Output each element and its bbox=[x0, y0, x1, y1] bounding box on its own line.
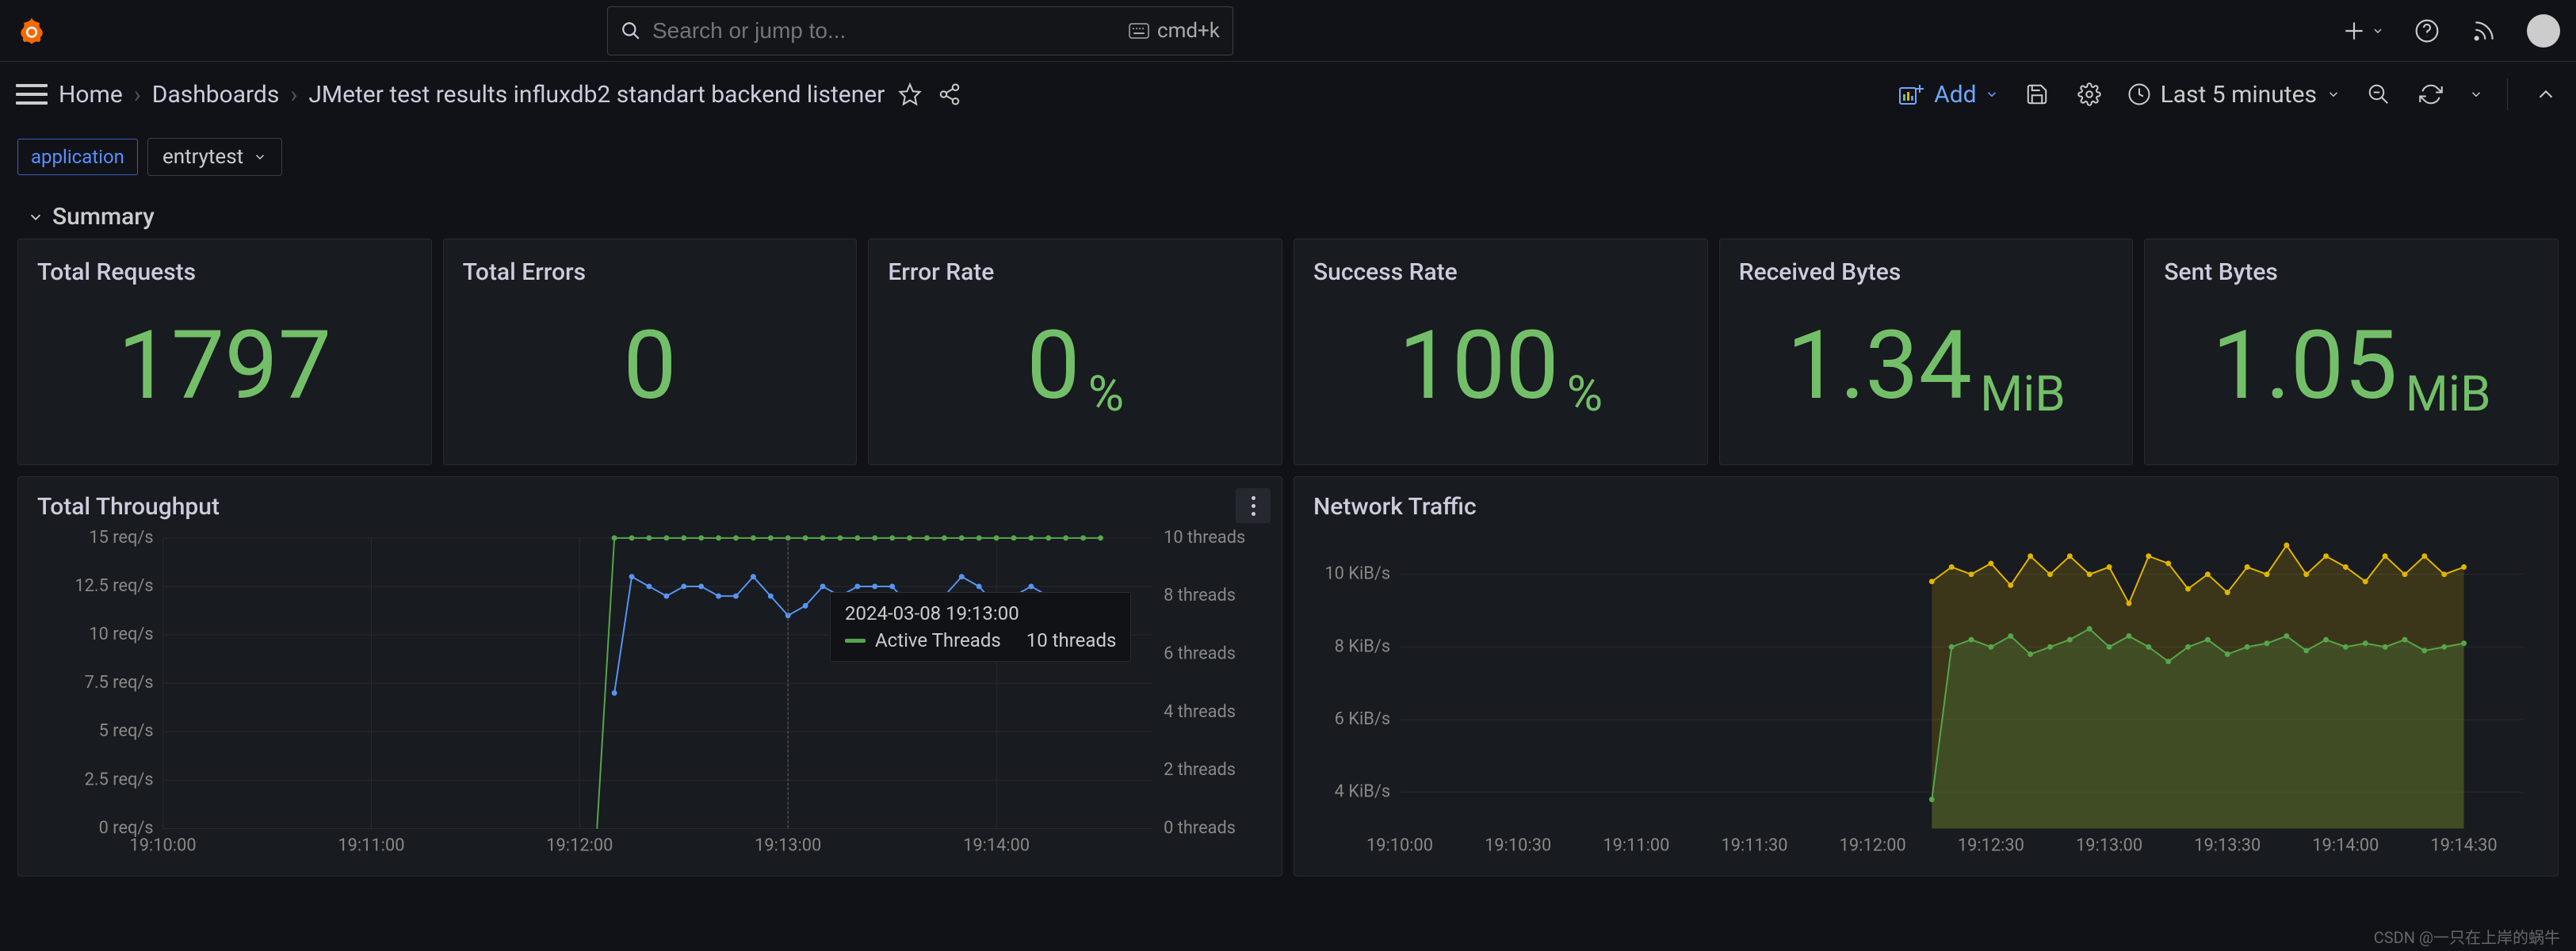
gear-icon bbox=[2077, 82, 2101, 106]
svg-text:19:10:00: 19:10:00 bbox=[130, 835, 197, 855]
favorite-button[interactable] bbox=[896, 80, 924, 109]
variable-select-application[interactable]: entrytest bbox=[147, 138, 282, 176]
chevron-up-icon bbox=[2534, 82, 2558, 106]
chart-network-traffic[interactable]: Network Traffic 4 KiB/s6 KiB/s8 KiB/s10 … bbox=[1294, 476, 2559, 877]
add-panel-button[interactable]: Add bbox=[1899, 81, 1998, 109]
news-button[interactable] bbox=[2470, 17, 2498, 45]
zoom-out-icon bbox=[2367, 82, 2391, 106]
svg-text:19:11:00: 19:11:00 bbox=[1603, 835, 1669, 855]
svg-text:19:11:00: 19:11:00 bbox=[338, 835, 404, 855]
chart-total-throughput[interactable]: Total Throughput 0 req/s2.5 req/s5 req/s… bbox=[17, 476, 1282, 877]
svg-text:19:10:30: 19:10:30 bbox=[1485, 835, 1551, 855]
breadcrumb-home[interactable]: Home bbox=[59, 81, 123, 109]
svg-text:19:13:00: 19:13:00 bbox=[755, 835, 821, 855]
charts-row: Total Throughput 0 req/s2.5 req/s5 req/s… bbox=[0, 465, 2576, 877]
breadcrumb-current: JMeter test results influxdb2 standart b… bbox=[308, 81, 885, 109]
collapse-button[interactable] bbox=[2532, 80, 2560, 109]
menu-toggle[interactable] bbox=[16, 78, 48, 110]
stat-received-bytes[interactable]: Received Bytes 1.34MiB bbox=[1719, 239, 2134, 465]
throughput-chart: 0 req/s2.5 req/s5 req/s7.5 req/s10 req/s… bbox=[37, 529, 1263, 869]
svg-text:5 req/s: 5 req/s bbox=[99, 721, 154, 741]
svg-text:19:14:00: 19:14:00 bbox=[963, 835, 1030, 855]
breadcrumb-dashboards[interactable]: Dashboards bbox=[152, 81, 280, 109]
settings-button[interactable] bbox=[2075, 80, 2104, 109]
stat-error-rate[interactable]: Error Rate 0% bbox=[868, 239, 1282, 465]
svg-text:19:13:30: 19:13:30 bbox=[2194, 835, 2261, 855]
share-button[interactable] bbox=[935, 80, 964, 109]
keyboard-icon bbox=[1129, 23, 1149, 39]
filter-bar: application entrytest bbox=[0, 127, 2576, 187]
save-icon bbox=[2025, 82, 2049, 106]
svg-text:0 threads: 0 threads bbox=[1164, 818, 1236, 838]
svg-text:4 threads: 4 threads bbox=[1164, 702, 1236, 722]
svg-text:2.5 req/s: 2.5 req/s bbox=[85, 770, 154, 789]
add-label: Add bbox=[1934, 81, 1976, 109]
svg-text:19:12:00: 19:12:00 bbox=[546, 835, 613, 855]
topbar: cmd+k bbox=[0, 0, 2576, 62]
time-range-button[interactable]: Last 5 minutes bbox=[2127, 81, 2341, 109]
stat-total-errors[interactable]: Total Errors 0 bbox=[443, 239, 858, 465]
rss-icon bbox=[2471, 18, 2497, 44]
refresh-button[interactable] bbox=[2417, 80, 2445, 109]
chevron-right-icon: › bbox=[134, 81, 141, 109]
stats-row: Total Requests 1797 Total Errors 0 Error… bbox=[0, 239, 2576, 465]
chevron-down-icon bbox=[2372, 25, 2384, 37]
star-icon bbox=[898, 82, 922, 106]
breadcrumb: Home › Dashboards › JMeter test results … bbox=[59, 81, 885, 109]
svg-text:4 KiB/s: 4 KiB/s bbox=[1335, 782, 1390, 802]
svg-text:8 KiB/s: 8 KiB/s bbox=[1335, 636, 1390, 656]
clock-icon bbox=[2127, 82, 2151, 106]
svg-text:19:13:00: 19:13:00 bbox=[2076, 835, 2142, 855]
save-button[interactable] bbox=[2023, 80, 2051, 109]
svg-text:8 threads: 8 threads bbox=[1164, 586, 1236, 605]
svg-text:10 req/s: 10 req/s bbox=[89, 624, 153, 644]
variable-tag-application[interactable]: application bbox=[17, 139, 138, 175]
zoom-out-button[interactable] bbox=[2364, 80, 2393, 109]
svg-text:19:12:00: 19:12:00 bbox=[1840, 835, 1906, 855]
stat-success-rate[interactable]: Success Rate 100% bbox=[1294, 239, 1708, 465]
traffic-chart: 4 KiB/s 6 KiB/s 8 KiB/s 10 KiB/s 19:10:00 19:… bbox=[1313, 529, 2539, 869]
chevron-down-icon[interactable] bbox=[2469, 87, 2483, 101]
svg-text:19:12:30: 19:12:30 bbox=[1958, 835, 2024, 855]
help-button[interactable] bbox=[2413, 17, 2441, 45]
panel-add-icon bbox=[1899, 83, 1926, 105]
svg-text:19:11:30: 19:11:30 bbox=[1722, 835, 1788, 855]
stat-total-requests[interactable]: Total Requests 1797 bbox=[17, 239, 432, 465]
time-range-label: Last 5 minutes bbox=[2161, 81, 2317, 109]
user-avatar[interactable] bbox=[2527, 14, 2560, 48]
chevron-down-icon bbox=[27, 208, 44, 226]
svg-text:2 threads: 2 threads bbox=[1164, 760, 1236, 780]
search-input[interactable] bbox=[652, 18, 1118, 44]
section-summary-header[interactable]: Summary bbox=[0, 187, 2576, 239]
refresh-icon bbox=[2419, 82, 2443, 106]
svg-text:19:14:00: 19:14:00 bbox=[2312, 835, 2379, 855]
chevron-down-icon bbox=[2326, 87, 2341, 101]
chevron-right-icon: › bbox=[290, 81, 297, 109]
stat-sent-bytes[interactable]: Sent Bytes 1.05MiB bbox=[2144, 239, 2559, 465]
breadcrumb-bar: Home › Dashboards › JMeter test results … bbox=[0, 62, 2576, 127]
panel-menu-button[interactable] bbox=[1236, 488, 1271, 523]
chevron-down-icon bbox=[1985, 87, 1999, 101]
svg-text:15 req/s: 15 req/s bbox=[89, 529, 153, 548]
share-icon bbox=[938, 82, 961, 106]
search-shortcut: cmd+k bbox=[1129, 19, 1220, 43]
global-search[interactable]: cmd+k bbox=[607, 6, 1233, 55]
svg-text:6 KiB/s: 6 KiB/s bbox=[1335, 709, 1390, 729]
add-menu[interactable] bbox=[2340, 17, 2384, 45]
plus-icon bbox=[2340, 17, 2368, 45]
svg-text:19:14:30: 19:14:30 bbox=[2431, 835, 2498, 855]
watermark: CSDN @一只在上岸的蜗牛 bbox=[2374, 925, 2560, 948]
search-icon bbox=[621, 21, 641, 41]
svg-text:19:10:00: 19:10:00 bbox=[1366, 835, 1433, 855]
svg-text:10 KiB/s: 10 KiB/s bbox=[1324, 564, 1390, 584]
svg-text:6 threads: 6 threads bbox=[1164, 644, 1236, 663]
grafana-logo[interactable] bbox=[16, 15, 48, 47]
help-icon bbox=[2414, 18, 2440, 44]
svg-text:10 threads: 10 threads bbox=[1164, 529, 1245, 548]
svg-text:7.5 req/s: 7.5 req/s bbox=[85, 673, 154, 693]
svg-text:12.5 req/s: 12.5 req/s bbox=[75, 576, 153, 596]
chevron-down-icon bbox=[253, 150, 267, 164]
